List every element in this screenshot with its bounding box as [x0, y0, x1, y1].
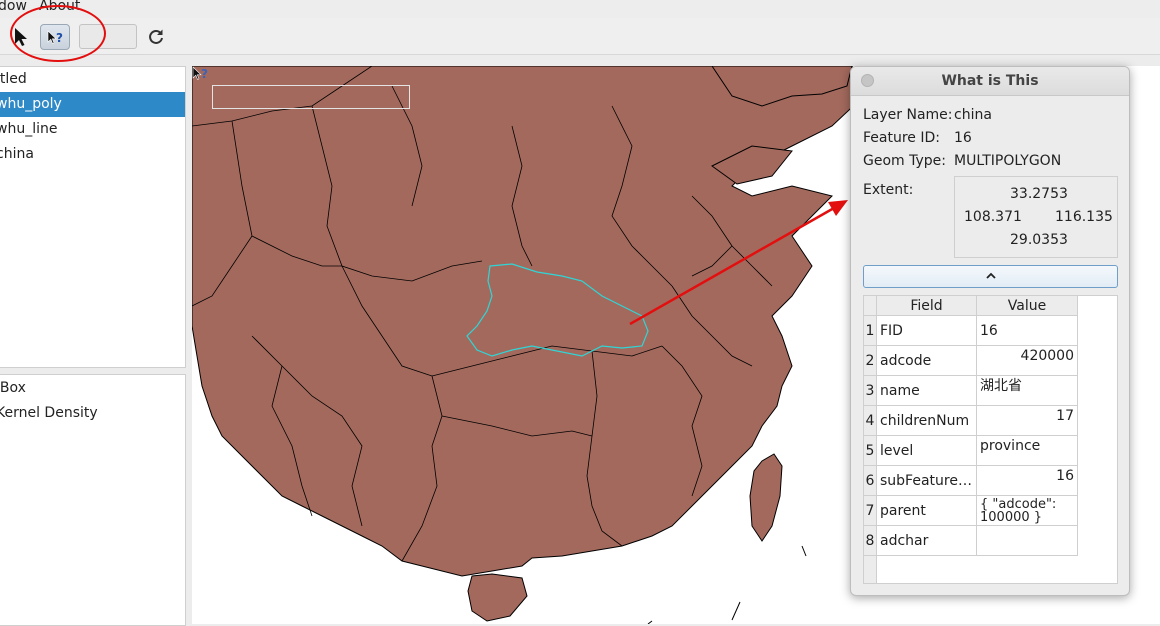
value-cell[interactable]: 420000	[977, 346, 1078, 376]
taiwan-island	[749, 453, 783, 542]
geom-type-value: MULTIPOLYGON	[954, 153, 1062, 169]
layer-name-value: china	[954, 107, 992, 123]
value-cell[interactable]: province	[977, 436, 1078, 466]
field-cell[interactable]: adcode	[877, 346, 977, 376]
row-header-filler	[864, 556, 877, 583]
field-cell[interactable]: name	[877, 376, 977, 406]
field-cell[interactable]: childrenNum	[877, 406, 977, 436]
row-number: 4	[864, 406, 877, 436]
row-number: 6	[864, 466, 877, 496]
value-cell[interactable]: 17	[977, 406, 1078, 436]
value-cell[interactable]: { "adcode": 100000 }	[977, 496, 1078, 526]
tool-item-toolbox[interactable]: lBox	[0, 376, 185, 401]
value-cell[interactable]: 16	[977, 316, 1078, 346]
layer-item-china[interactable]: china	[0, 142, 185, 167]
menu-bar: dow About	[0, 0, 1160, 18]
tool-item-kernel-density[interactable]: Kernel Density	[0, 401, 185, 426]
menu-about[interactable]: About	[39, 0, 80, 14]
feature-id-label: Feature ID:	[863, 130, 940, 146]
annotation-arrow	[629, 200, 848, 326]
header-field[interactable]: Field	[877, 296, 977, 316]
row-number: 1	[864, 316, 877, 346]
field-cell[interactable]: level	[877, 436, 977, 466]
header-value[interactable]: Value	[977, 296, 1078, 316]
field-cell[interactable]: parent	[877, 496, 977, 526]
feature-id-value: 16	[954, 130, 972, 146]
table-corner	[864, 296, 877, 316]
help-cursor-icon: ?	[192, 66, 208, 81]
layer-list: itled whu_poly whu_line china	[0, 66, 186, 368]
value-cell[interactable]	[977, 526, 1078, 556]
svg-text:?: ?	[201, 67, 208, 81]
row-number: 5	[864, 436, 877, 466]
field-cell[interactable]: adchar	[877, 526, 977, 556]
what-is-this-dialog: What is This Layer Name: china Feature I…	[850, 66, 1130, 596]
toolbar-input[interactable]	[79, 24, 137, 49]
field-cell[interactable]: FID	[877, 316, 977, 346]
layer-item-whu-line[interactable]: whu_line	[0, 117, 185, 142]
whats-this-icon: ?	[47, 30, 63, 45]
extent-left: 108.371	[964, 209, 1022, 225]
hainan-island	[467, 573, 528, 622]
refresh-icon[interactable]	[146, 27, 166, 47]
whats-this-button[interactable]: ?	[40, 24, 70, 50]
value-cell[interactable]: 16	[977, 466, 1078, 496]
collapse-button[interactable]	[863, 265, 1118, 288]
toolbar: ?	[0, 18, 1160, 55]
dialog-title: What is This	[941, 73, 1039, 89]
layer-item-whu-poly[interactable]: whu_poly	[0, 92, 185, 117]
row-number: 2	[864, 346, 877, 376]
arrow-cursor-icon[interactable]	[12, 27, 30, 47]
field-cell[interactable]: subFeature…	[877, 466, 977, 496]
map-overview-box	[212, 85, 410, 109]
extent-label: Extent:	[863, 182, 914, 198]
value-cell[interactable]: 湖北省	[977, 376, 1078, 406]
row-number: 3	[864, 376, 877, 406]
extent-top: 33.2753	[1010, 186, 1068, 202]
extent-box: 33.2753 108.371 116.135 29.0353	[954, 176, 1118, 258]
toolbox-list: lBox Kernel Density	[0, 374, 186, 626]
svg-text:?: ?	[56, 31, 63, 45]
layer-name-label: Layer Name:	[863, 107, 953, 123]
menu-window[interactable]: dow	[0, 0, 27, 14]
layer-item-untitled[interactable]: itled	[0, 67, 185, 92]
geom-type-label: Geom Type:	[863, 153, 946, 169]
extent-bottom: 29.0353	[1010, 232, 1068, 248]
chevron-up-icon	[986, 272, 996, 279]
row-number: 7	[864, 496, 877, 526]
extent-right: 116.135	[1055, 209, 1113, 225]
dialog-titlebar: What is This	[851, 67, 1129, 96]
attribute-table[interactable]: Field Value 1 FID 16 2 adcode 420000 3 n…	[863, 295, 1118, 584]
row-number: 8	[864, 526, 877, 556]
